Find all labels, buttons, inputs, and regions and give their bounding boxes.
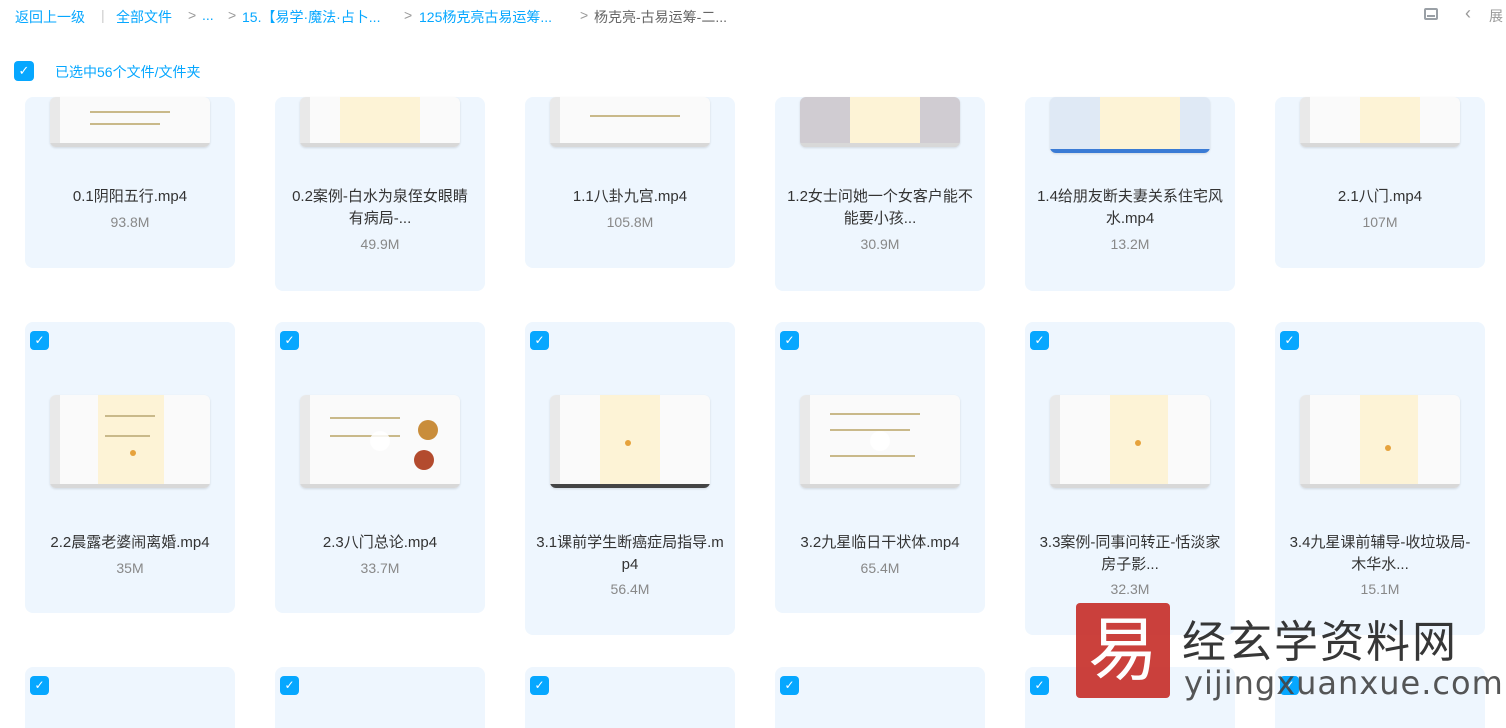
file-card[interactable]: 2.1八门.mp4 107M <box>1275 97 1485 268</box>
file-size: 65.4M <box>860 560 900 576</box>
file-card[interactable]: ✓ <box>275 667 485 728</box>
file-checkbox[interactable]: ✓ <box>30 676 49 695</box>
video-thumbnail <box>300 97 460 147</box>
file-checkbox[interactable]: ✓ <box>780 331 799 350</box>
file-card[interactable]: ✓ <box>25 667 235 728</box>
file-card[interactable]: 1.4给朋友断夫妻关系住宅风水.mp4 13.2M <box>1025 97 1235 291</box>
file-name: 0.1阴阳五行.mp4 <box>72 188 188 205</box>
file-size: 33.7M <box>360 560 400 576</box>
breadcrumb-current: 杨克亮-古易运筹-二... <box>594 9 727 25</box>
file-name: 1.4给朋友断夫妻关系住宅风水.mp4 <box>1037 188 1223 227</box>
file-card[interactable]: ✓ 3.4九星课前辅导-收垃圾局-木华水... 15.1M <box>1275 322 1485 635</box>
file-checkbox[interactable]: ✓ <box>1280 331 1299 350</box>
file-size: 30.9M <box>860 236 900 252</box>
file-checkbox[interactable]: ✓ <box>530 331 549 350</box>
file-checkbox[interactable]: ✓ <box>780 676 799 695</box>
breadcrumb-all-files[interactable]: 全部文件 <box>116 7 172 27</box>
divider: | <box>101 7 105 23</box>
list-view-icon[interactable] <box>1424 8 1438 20</box>
file-card[interactable]: ✓ 3.3案例-同事问转正-恬淡家房子影... 32.3M <box>1025 322 1235 635</box>
video-thumbnail <box>1300 97 1460 147</box>
file-card[interactable]: ✓ 3.1课前学生断癌症局指导.mp4 56.4M <box>525 322 735 635</box>
selection-count: 已选中56个文件/文件夹 <box>55 64 201 80</box>
file-name: 1.2女士问她一个女客户能不能要小孩... <box>787 188 973 227</box>
file-card[interactable]: 1.1八卦九宫.mp4 105.8M <box>525 97 735 268</box>
file-name: 3.2九星临日干状体.mp4 <box>800 534 960 551</box>
file-checkbox[interactable]: ✓ <box>280 676 299 695</box>
file-size: 93.8M <box>110 214 150 230</box>
file-size: 32.3M <box>1110 581 1150 597</box>
play-icon <box>870 431 890 451</box>
file-size: 15.1M <box>1360 581 1400 597</box>
video-thumbnail <box>1050 395 1210 488</box>
breadcrumb-level1[interactable]: 15.【易学·魔法·占卜... <box>242 7 380 27</box>
file-name: 2.2晨露老婆闹离婚.mp4 <box>50 534 210 551</box>
chevron-right-icon: > <box>228 7 237 23</box>
video-thumbnail <box>550 97 710 147</box>
file-name: 0.2案例-白水为泉侄女眼睛有病局-... <box>292 188 468 227</box>
chevron-left-icon[interactable]: ‹ <box>1465 3 1471 24</box>
video-thumbnail <box>800 395 960 488</box>
watermark-logo: 易 <box>1076 603 1170 698</box>
select-all-checkbox[interactable]: ✓ <box>14 61 34 81</box>
file-checkbox[interactable]: ✓ <box>530 676 549 695</box>
file-card[interactable]: ✓ <box>775 667 985 728</box>
watermark-url: yijingxuanxue.com <box>1184 664 1504 702</box>
file-name: 2.3八门总论.mp4 <box>322 534 438 551</box>
play-icon <box>370 431 390 451</box>
file-name: 3.3案例-同事问转正-恬淡家房子影... <box>1039 534 1221 573</box>
file-name: 1.1八卦九宫.mp4 <box>572 188 688 205</box>
breadcrumb-ellipsis[interactable]: ... <box>202 7 214 23</box>
file-name: 3.1课前学生断癌症局指导.mp4 <box>536 534 724 573</box>
file-card[interactable]: ✓ 2.3八门总论.mp4 33.7M <box>275 322 485 613</box>
video-thumbnail <box>300 395 460 488</box>
file-card[interactable]: ✓ 2.2晨露老婆闹离婚.mp4 35M <box>25 322 235 613</box>
file-size: 107M <box>1362 214 1398 230</box>
file-size: 49.9M <box>360 236 400 252</box>
file-name: 2.1八门.mp4 <box>1337 188 1423 205</box>
file-checkbox[interactable]: ✓ <box>1030 331 1049 350</box>
video-thumbnail <box>50 97 210 147</box>
breadcrumb-level2[interactable]: 125杨克亮古易运筹... <box>419 7 552 27</box>
video-thumbnail <box>1300 395 1460 488</box>
video-thumbnail <box>50 395 210 488</box>
chevron-right-icon: > <box>404 7 413 23</box>
top-bar: 返回上一级 | 全部文件 > ... > 15.【易学·魔法·占卜... > 1… <box>0 0 1506 34</box>
file-card[interactable]: 1.2女士问她一个女客户能不能要小孩... 30.9M <box>775 97 985 291</box>
watermark-title: 经玄学资料网 <box>1182 618 1458 667</box>
back-link[interactable]: 返回上一级 <box>15 7 85 27</box>
file-size: 35M <box>116 560 144 576</box>
file-size: 13.2M <box>1110 236 1150 252</box>
file-card[interactable]: ✓ 3.2九星临日干状体.mp4 65.4M <box>775 322 985 613</box>
file-name: 3.4九星课前辅导-收垃圾局-木华水... <box>1289 534 1471 573</box>
file-card[interactable]: 0.2案例-白水为泉侄女眼睛有病局-... 49.9M <box>275 97 485 291</box>
file-checkbox[interactable]: ✓ <box>30 331 49 350</box>
file-card[interactable]: ✓ <box>525 667 735 728</box>
file-checkbox[interactable]: ✓ <box>1030 676 1049 695</box>
file-checkbox[interactable]: ✓ <box>280 331 299 350</box>
chevron-right-icon: > <box>188 7 197 23</box>
file-card[interactable]: 0.1阴阳五行.mp4 93.8M <box>25 97 235 268</box>
chevron-right-icon: > <box>580 7 589 23</box>
file-size: 105.8M <box>606 214 654 230</box>
video-thumbnail <box>800 97 960 147</box>
video-thumbnail <box>1050 97 1210 153</box>
video-thumbnail <box>550 395 710 488</box>
file-size: 56.4M <box>610 581 650 597</box>
expand-button[interactable]: 展 <box>1489 6 1503 26</box>
